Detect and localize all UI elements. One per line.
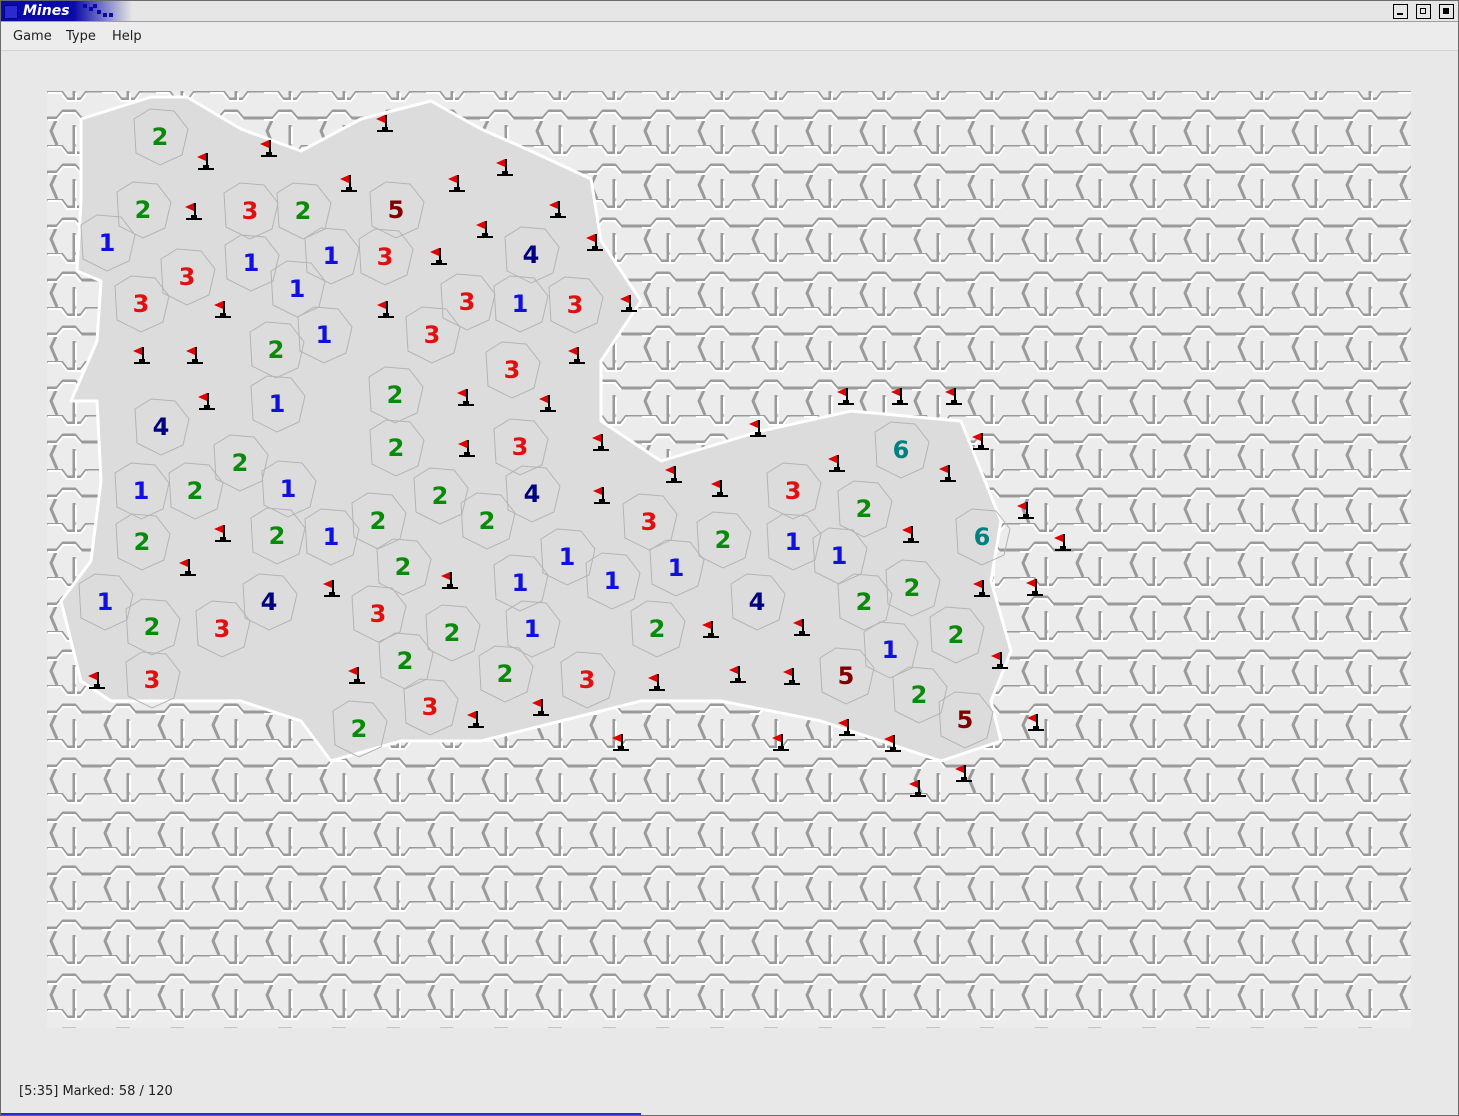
window-menu-icon[interactable] xyxy=(4,5,18,19)
cell-number[interactable]: 1 xyxy=(97,588,114,616)
cell-number[interactable]: 2 xyxy=(187,477,204,505)
cell-number[interactable]: 1 xyxy=(668,554,685,582)
menu-bar: Game Type Help xyxy=(1,22,1458,51)
cell-number[interactable]: 3 xyxy=(424,321,441,349)
cell-number[interactable]: 2 xyxy=(232,449,249,477)
cell-number[interactable]: 1 xyxy=(133,477,150,505)
title-decoration xyxy=(83,4,117,20)
mines-window: Mines Game Type Help 2 2 1 3 2 5 3 1 1 3… xyxy=(0,0,1459,1116)
cell-number[interactable]: 4 xyxy=(749,588,766,616)
cell-number[interactable]: 1 xyxy=(243,249,260,277)
cell-number[interactable]: 2 xyxy=(397,647,414,675)
cell-number[interactable]: 3 xyxy=(459,288,476,316)
cell-number[interactable]: 3 xyxy=(641,508,658,536)
cell-number[interactable]: 1 xyxy=(323,523,340,551)
cell-number[interactable]: 5 xyxy=(838,662,855,690)
close-button[interactable] xyxy=(1439,4,1454,19)
cell-number[interactable]: 1 xyxy=(882,636,899,664)
cell-number[interactable]: 1 xyxy=(512,569,529,597)
cell-number[interactable]: 1 xyxy=(512,290,529,318)
cell-number[interactable]: 2 xyxy=(135,196,152,224)
cell-number[interactable]: 2 xyxy=(911,681,928,709)
cell-number[interactable]: 2 xyxy=(856,495,873,523)
cell-number[interactable]: 2 xyxy=(134,528,151,556)
cell-number[interactable]: 1 xyxy=(269,390,286,418)
status-bar: [5:35] Marked: 58 / 120 xyxy=(19,1084,173,1099)
menu-type[interactable]: Type xyxy=(66,29,96,44)
cell-number[interactable]: 1 xyxy=(524,615,541,643)
cell-number[interactable]: 2 xyxy=(370,507,387,535)
cell-number[interactable]: 1 xyxy=(785,528,802,556)
menu-game[interactable]: Game xyxy=(13,29,52,44)
cell-number[interactable]: 2 xyxy=(432,482,449,510)
cell-number[interactable]: 2 xyxy=(904,574,921,602)
cell-number[interactable]: 3 xyxy=(133,290,150,318)
cell-number[interactable]: 3 xyxy=(785,477,802,505)
cell-number[interactable]: 1 xyxy=(99,229,116,257)
cell-number[interactable]: 2 xyxy=(715,526,732,554)
cell-number[interactable]: 6 xyxy=(974,523,991,551)
cell-number[interactable]: 5 xyxy=(388,196,405,224)
cell-number[interactable]: 4 xyxy=(524,480,541,508)
cell-number[interactable]: 3 xyxy=(504,356,521,384)
cell-number[interactable]: 3 xyxy=(579,666,596,694)
minimize-button[interactable] xyxy=(1392,4,1408,19)
cell-number[interactable]: 1 xyxy=(559,543,576,571)
cell-number[interactable]: 2 xyxy=(152,123,169,151)
window-controls xyxy=(1390,4,1454,23)
menu-help[interactable]: Help xyxy=(112,29,142,44)
cell-number[interactable]: 1 xyxy=(280,475,297,503)
bottom-accent xyxy=(1,1113,641,1115)
cell-number[interactable]: 1 xyxy=(323,242,340,270)
cell-number[interactable]: 2 xyxy=(269,522,286,550)
cell-number[interactable]: 3 xyxy=(422,693,439,721)
cell-number[interactable]: 2 xyxy=(395,553,412,581)
cell-number[interactable]: 6 xyxy=(893,436,910,464)
cell-number[interactable]: 4 xyxy=(523,241,540,269)
cell-number[interactable]: 2 xyxy=(856,588,873,616)
cell-number[interactable]: 4 xyxy=(153,413,170,441)
minefield[interactable]: 2213253113431313132321423621212432232221… xyxy=(1,51,1458,1071)
minefield-board[interactable]: 2213 2 53 1 1 3 431 3 1 31 3232142 3 621 2 1 2 4 322 322 2 1… xyxy=(1,51,1458,1071)
cell-number[interactable]: 2 xyxy=(387,381,404,409)
cell-number[interactable]: 3 xyxy=(567,291,584,319)
cell-number[interactable]: 2 xyxy=(388,434,405,462)
cell-number[interactable]: 5 xyxy=(957,706,974,734)
maximize-button[interactable] xyxy=(1415,4,1431,19)
cell-number[interactable]: 2 xyxy=(444,619,461,647)
cell-number[interactable]: 3 xyxy=(179,263,196,291)
cell-number[interactable]: 1 xyxy=(289,275,306,303)
cell-number[interactable]: 2 xyxy=(948,621,965,649)
cell-number[interactable]: 2 xyxy=(479,507,496,535)
cell-number[interactable]: 2 xyxy=(268,336,285,364)
cell-number[interactable]: 3 xyxy=(214,615,231,643)
cell-number[interactable]: 2 xyxy=(144,613,161,641)
cell-number[interactable]: 1 xyxy=(604,567,621,595)
cell-number[interactable]: 2 xyxy=(295,197,312,225)
cell-number[interactable]: 2 xyxy=(649,615,666,643)
cell-number[interactable]: 3 xyxy=(370,600,387,628)
cell-number[interactable]: 3 xyxy=(144,666,161,694)
window-title: Mines xyxy=(23,3,70,19)
cell-number[interactable]: 2 xyxy=(497,660,514,688)
title-bar[interactable]: Mines xyxy=(1,1,1458,22)
cell-number[interactable]: 2 xyxy=(351,715,368,743)
cell-number[interactable]: 4 xyxy=(261,588,278,616)
cell-number[interactable]: 1 xyxy=(831,542,848,570)
cell-number[interactable]: 3 xyxy=(242,197,259,225)
cell-number[interactable]: 3 xyxy=(377,243,394,271)
cell-number[interactable]: 1 xyxy=(316,321,333,349)
cell-number[interactable]: 3 xyxy=(512,433,529,461)
